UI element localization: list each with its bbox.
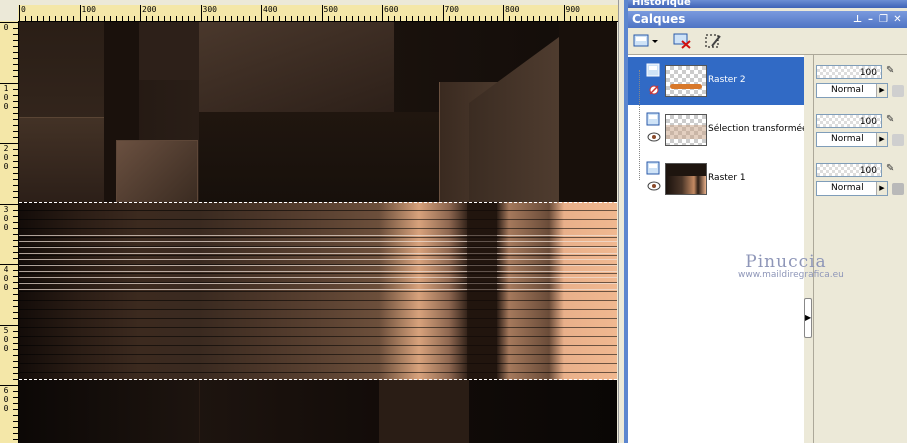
layer-thumbnail: [665, 65, 707, 97]
ruler-label: 500: [323, 5, 338, 14]
blend-mode-select[interactable]: Normal ▶: [816, 83, 888, 98]
ruler-label: 5: [3, 325, 9, 335]
new-layer-icon: [633, 34, 658, 47]
new-layer-button[interactable]: [633, 32, 658, 50]
ruler-label: 0: [3, 283, 9, 292]
lock-icon[interactable]: [892, 134, 904, 146]
minimize-icon[interactable]: –: [865, 14, 876, 25]
layer-row-raster-1[interactable]: Raster 1: [628, 155, 804, 203]
mask-button[interactable]: [704, 32, 724, 50]
layer-tree-line: [639, 70, 641, 180]
brush-icon[interactable]: ✎: [886, 163, 900, 177]
eye-icon[interactable]: [647, 132, 661, 142]
ruler-label: 6: [3, 386, 9, 395]
panel-splitter[interactable]: [804, 55, 814, 443]
ruler-label: 0: [3, 162, 9, 171]
ruler-label: 0: [3, 404, 9, 413]
brush-icon[interactable]: ✎: [886, 114, 900, 128]
watermark: Pinuccia www.maildiregrafica.eu: [738, 252, 844, 280]
ruler-label: 0: [3, 101, 9, 111]
blend-mode-value: Normal: [831, 183, 864, 193]
mask-icon: [705, 34, 721, 48]
layers-toolbar: [628, 28, 907, 55]
opacity-field[interactable]: 100: [816, 114, 882, 128]
vertical-ruler: 0100200300400500600: [0, 21, 19, 443]
lock-icon[interactable]: [892, 85, 904, 97]
ruler-label: 300: [202, 5, 217, 14]
delete-layer-button[interactable]: [673, 32, 693, 50]
ruler-label: 700: [444, 5, 459, 14]
chevron-right-icon: ▶: [876, 133, 887, 146]
lock-icon[interactable]: [892, 183, 904, 195]
ruler-label: 0: [21, 5, 26, 14]
ruler-label: 100: [81, 5, 96, 14]
ruler-label: 800: [505, 5, 520, 14]
ruler-label: 0: [3, 222, 9, 232]
history-title: Historique: [632, 0, 691, 8]
blend-mode-select[interactable]: Normal ▶: [816, 132, 888, 147]
layer-row-raster-2[interactable]: Raster 2: [628, 57, 804, 105]
eye-icon[interactable]: [647, 181, 661, 191]
ruler-label: 0: [3, 213, 9, 223]
layers-list: Raster 2 Sélection transformée Raster 1: [628, 55, 808, 443]
hidden-eye-icon[interactable]: [647, 85, 661, 95]
ruler-label: 0: [3, 23, 9, 32]
ruler-label: 3: [3, 204, 9, 214]
blend-mode-value: Normal: [831, 85, 864, 95]
ruler-label: 900: [565, 5, 580, 14]
chevron-right-icon: ▶: [876, 84, 887, 97]
layer-thumbnail: [665, 114, 707, 146]
canvas-area: 0 100 200 300 400 500 600 700 800 900 01002003004…: [0, 0, 625, 443]
ruler-label: 0: [3, 274, 9, 283]
watermark-title: Pinuccia: [745, 252, 827, 272]
close-icon[interactable]: ✕: [892, 14, 903, 25]
chevron-right-icon: ▶: [876, 182, 887, 195]
raster-layer-icon: [646, 161, 660, 175]
ruler-label: 1: [3, 83, 9, 93]
opacity-field[interactable]: 100: [816, 163, 882, 177]
horizontal-ruler: 0 100 200 300 400 500 600 700 800 900: [18, 5, 618, 22]
ruler-label: 0: [3, 395, 9, 404]
restore-icon[interactable]: ❐: [878, 14, 889, 25]
ruler-label: 0: [3, 343, 9, 353]
layer-name: Sélection transformée: [708, 124, 808, 134]
ruler-label: 2: [3, 144, 9, 153]
layer-row-selection-transformee[interactable]: Sélection transformée: [628, 106, 808, 154]
opacity-field[interactable]: 100: [816, 65, 882, 79]
ruler-label: 0: [3, 92, 9, 102]
layer-properties: 100 ✎ Normal ▶ 100 ✎ Normal ▶ 100 ✎ Normal…: [814, 55, 907, 443]
layer-thumbnail: [665, 163, 707, 195]
watermark-url: www.maildiregrafica.eu: [738, 270, 844, 280]
ruler-label: 0: [3, 334, 9, 344]
blend-mode-select[interactable]: Normal ▶: [816, 181, 888, 196]
ruler-label: 600: [384, 5, 399, 14]
raster-layer-icon: [646, 63, 660, 77]
layer-name: Raster 2: [708, 75, 746, 85]
layer-name: Raster 1: [708, 173, 746, 183]
ruler-label: 400: [263, 5, 278, 14]
image-canvas[interactable]: [19, 22, 617, 443]
ruler-label: 200: [142, 5, 157, 14]
layers-panel-titlebar[interactable]: Calques ⊥ – ❐ ✕: [628, 11, 907, 28]
ruler-label: 0: [3, 153, 9, 162]
layers-title: Calques: [632, 12, 686, 26]
blend-mode-value: Normal: [831, 134, 864, 144]
raster-layer-icon: [646, 112, 660, 126]
brush-icon[interactable]: ✎: [886, 65, 900, 79]
history-panel-titlebar[interactable]: Historique: [628, 0, 907, 8]
delete-layer-icon: [673, 33, 691, 49]
splitter-handle[interactable]: ▶: [804, 298, 812, 338]
pin-icon[interactable]: ⊥: [852, 14, 863, 25]
ruler-label: 4: [3, 265, 9, 274]
